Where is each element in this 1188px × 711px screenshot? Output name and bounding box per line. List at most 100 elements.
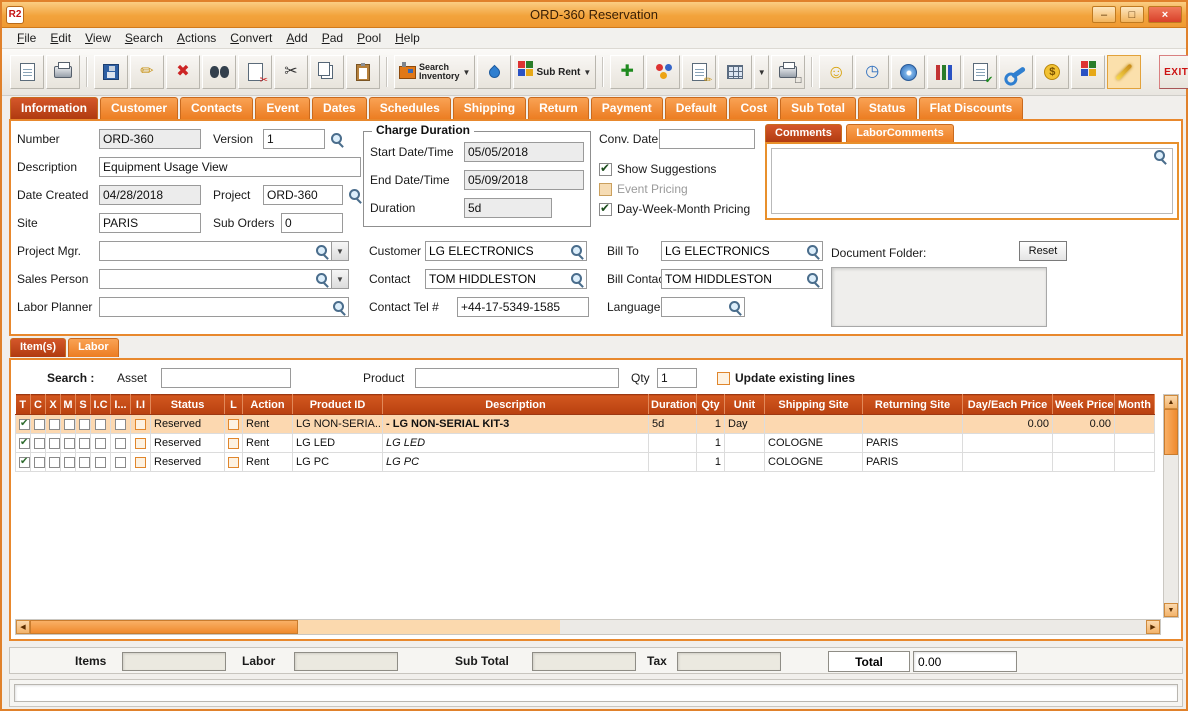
scroll-right-button[interactable]: ▶ [1146, 620, 1160, 634]
row-checkbox[interactable] [135, 456, 146, 468]
cut-document-button[interactable]: ✂ [238, 55, 272, 89]
sub-rent-button[interactable]: Sub Rent ▼ [513, 55, 597, 89]
header-unit[interactable]: Unit [724, 394, 765, 415]
cd-button[interactable] [891, 55, 926, 89]
tab-payment[interactable]: Payment [590, 97, 663, 119]
cell-action[interactable]: Rent [242, 452, 293, 472]
horizontal-scroll-track[interactable] [560, 620, 1146, 634]
tab-dates[interactable]: Dates [312, 97, 367, 119]
header-s[interactable]: S [75, 394, 91, 415]
bill-to-input[interactable] [662, 242, 804, 260]
labor-planner-input[interactable] [100, 298, 330, 316]
cell-status[interactable]: Reserved [150, 433, 225, 453]
cell-product-id[interactable]: LG NON-SERIA... [292, 414, 383, 434]
project-search-icon[interactable] [348, 188, 362, 202]
header-ii[interactable]: I.I [130, 394, 151, 415]
row-checkbox[interactable] [228, 456, 239, 468]
cell-week-price[interactable] [1052, 452, 1115, 472]
row-checkbox[interactable] [64, 418, 75, 430]
cell-qty[interactable]: 1 [696, 414, 725, 434]
customer-search-icon[interactable] [570, 244, 584, 258]
tab-labor-comments[interactable]: LaborComments [846, 124, 954, 143]
scroll-down-button[interactable]: ▼ [1164, 603, 1178, 617]
tab-default[interactable]: Default [664, 97, 728, 119]
bill-to-search-icon[interactable] [806, 244, 820, 258]
maximize-button[interactable]: □ [1120, 6, 1144, 23]
menu-search[interactable]: Search [118, 29, 170, 47]
print-preview-button[interactable]: □ [771, 55, 806, 89]
cell-unit[interactable]: Day [724, 414, 765, 434]
header-t[interactable]: T [15, 394, 31, 415]
menu-help[interactable]: Help [388, 29, 427, 47]
search-inventory-button[interactable]: Search Inventory ▼ [394, 55, 476, 89]
header-action[interactable]: Action [242, 394, 293, 415]
new-button[interactable] [10, 55, 44, 89]
row-checkbox[interactable] [115, 418, 126, 430]
header-product-id[interactable]: Product ID [292, 394, 383, 415]
tab-comments[interactable]: Comments [765, 124, 842, 143]
project-mgr-input[interactable] [100, 242, 313, 260]
bill-contact-field[interactable] [661, 269, 823, 289]
cell-description[interactable]: LG LED [382, 433, 649, 453]
header-l[interactable]: L [224, 394, 243, 415]
cut-button[interactable]: ✂ [274, 55, 308, 89]
cell-shipping-site[interactable] [764, 414, 863, 434]
header-description[interactable]: Description [382, 394, 649, 415]
menu-actions[interactable]: Actions [170, 29, 223, 47]
row-checkbox[interactable] [228, 437, 239, 449]
project-mgr-dropdown-button[interactable]: ▼ [331, 242, 348, 260]
duration-input[interactable] [464, 198, 552, 218]
number-input[interactable] [99, 129, 201, 149]
cell-description[interactable]: LG PC [382, 452, 649, 472]
row-checkbox[interactable] [34, 418, 45, 430]
contact-field[interactable] [425, 269, 587, 289]
cell-status[interactable]: Reserved [150, 414, 225, 434]
add-button[interactable]: ✚ [610, 55, 645, 89]
version-input[interactable] [263, 129, 325, 149]
site-input[interactable] [99, 213, 201, 233]
tab-flat-discounts[interactable]: Flat Discounts [918, 97, 1024, 119]
cell-shipping-site[interactable]: COLOGNE [764, 433, 863, 453]
tab-status[interactable]: Status [857, 97, 917, 119]
language-search-icon[interactable] [728, 300, 742, 314]
table-row[interactable]: Reserved Rent LG PC LG PC 1 COLOGNE PARI… [15, 452, 1155, 472]
comments-area[interactable] [771, 148, 1173, 214]
find-button[interactable] [202, 55, 236, 89]
date-created-input[interactable] [99, 185, 201, 205]
header-m[interactable]: M [60, 394, 76, 415]
books-button[interactable] [927, 55, 962, 89]
cell-returning-site[interactable] [862, 414, 963, 434]
sales-person-search-icon[interactable] [315, 272, 329, 286]
sales-person-combo[interactable]: ▼ [99, 269, 349, 289]
people-group-button[interactable] [646, 55, 681, 89]
language-field[interactable] [661, 297, 745, 317]
cell-month-price[interactable] [1114, 452, 1155, 472]
cell-product-id[interactable]: LG LED [292, 433, 383, 453]
contact-tel-input[interactable] [457, 297, 589, 317]
sales-person-dropdown-button[interactable]: ▼ [331, 270, 348, 288]
row-checkbox[interactable] [95, 437, 106, 449]
cell-product-id[interactable]: LG PC [292, 452, 383, 472]
row-checkbox[interactable] [228, 418, 239, 430]
project-input[interactable] [263, 185, 343, 205]
cell-qty[interactable]: 1 [696, 433, 725, 453]
copy-button[interactable] [310, 55, 344, 89]
row-checkbox[interactable] [64, 437, 75, 449]
start-date-input[interactable] [464, 142, 584, 162]
description-input[interactable] [99, 157, 361, 177]
wand-button[interactable] [1107, 55, 1142, 89]
tab-labor[interactable]: Labor [68, 338, 119, 357]
header-month-price[interactable]: Month [1114, 394, 1155, 415]
bill-contact-input[interactable] [662, 270, 804, 288]
cell-duration[interactable] [648, 452, 697, 472]
menu-convert[interactable]: Convert [223, 29, 279, 47]
comments-textarea[interactable] [772, 149, 1172, 213]
vertical-scroll-thumb[interactable] [1164, 409, 1178, 455]
menu-pad[interactable]: Pad [315, 29, 350, 47]
row-checkbox[interactable] [135, 418, 146, 430]
scroll-left-button[interactable]: ◀ [16, 620, 30, 634]
table-row[interactable]: Reserved Rent LG LED LG LED 1 COLOGNE PA… [15, 433, 1155, 453]
document-folder-box[interactable] [831, 267, 1047, 327]
header-day-each-price[interactable]: Day/Each Price [962, 394, 1053, 415]
cell-description[interactable]: - LG NON-SERIAL KIT-3 [382, 414, 649, 434]
